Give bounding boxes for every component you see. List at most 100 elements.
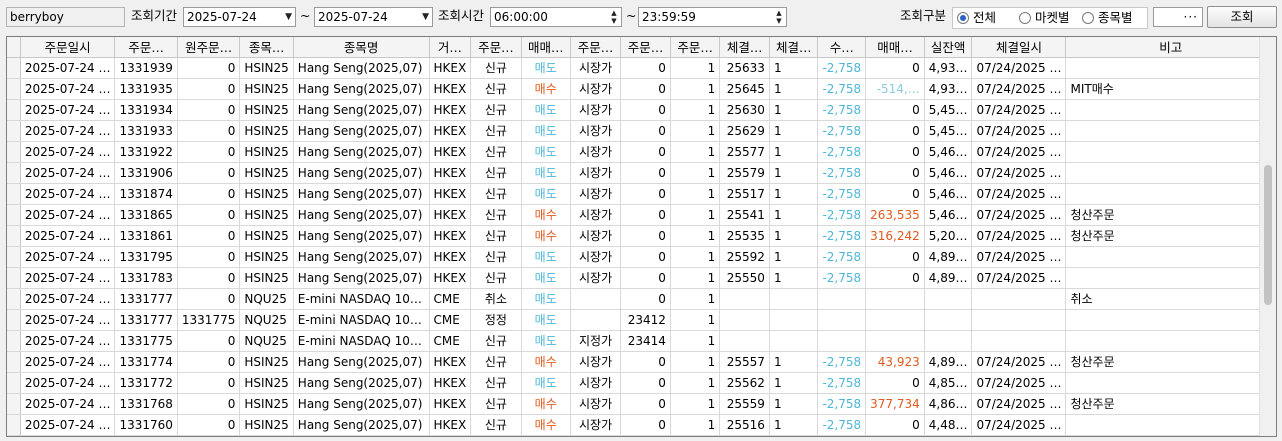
column-header[interactable]: 체결… [769,37,819,58]
column-header[interactable]: 주문… [470,37,522,58]
column-header[interactable]: 체결일시 [971,37,1067,58]
row-header[interactable] [7,162,21,184]
spin-down-icon[interactable]: ▼ [774,17,784,25]
table-cell: HKEX [429,183,472,205]
table-row[interactable]: 2025-07-24 … 1331935 0 HSIN25 Hang Seng(2025… [7,78,1276,100]
table-cell [719,309,770,331]
column-header[interactable]: 종목명 [293,37,430,58]
table-cell: 신규 [470,78,522,100]
row-header[interactable] [7,204,21,226]
table-cell: 매도 [521,267,571,289]
time-from-field[interactable]: 06:00:00 ▲ ▼ [490,7,622,27]
table-row[interactable]: 2025-07-24 … 1331774 0 HSIN25 Hang Seng(2025… [7,351,1276,373]
row-header[interactable] [7,288,21,310]
row-header[interactable] [7,351,21,373]
column-header[interactable]: 종목… [239,37,294,58]
row-header[interactable] [7,393,21,415]
table-row[interactable]: 2025-07-24 … 1331933 0 HSIN25 Hang Seng(2025… [7,120,1276,142]
row-header[interactable] [7,372,21,394]
row-header[interactable] [7,78,21,100]
table-cell: 신규 [470,162,522,184]
table-cell: 07/24/2025 … [971,267,1067,289]
table-row[interactable]: 2025-07-24 … 1331768 0 HSIN25 Hang Seng(2025… [7,393,1276,415]
column-header[interactable]: 체결… [719,37,770,58]
row-header[interactable] [7,330,21,352]
table-cell: 0 [865,183,925,205]
scrollbar-thumb[interactable] [1264,165,1272,305]
table-cell: HSIN25 [239,183,294,205]
column-header[interactable]: 주문일시 [20,37,116,58]
row-header[interactable] [7,225,21,247]
row-header[interactable] [7,309,21,331]
table-row[interactable]: 2025-07-24 … 1331772 0 HSIN25 Hang Seng(2025… [7,372,1276,394]
table-cell: 매도 [521,330,571,352]
row-header[interactable] [7,183,21,205]
table-row[interactable]: 2025-07-24 … 1331777 1331775 NQU25 E-mini NA… [7,309,1276,331]
column-header[interactable]: 원주문… [177,37,241,58]
column-header[interactable]: 주문… [670,37,721,58]
time-to-field[interactable]: 23:59:59 ▲ ▼ [638,7,787,27]
spin-down-icon[interactable]: ▼ [609,17,619,25]
column-header[interactable]: 매매… [865,37,925,58]
column-header[interactable]: 주문… [114,37,178,58]
table-row[interactable]: 2025-07-24 … 1331874 0 HSIN25 Hang Seng(2025… [7,183,1276,205]
column-header[interactable]: 주문… [620,37,671,58]
table-cell: 0 [620,225,671,247]
column-header[interactable]: 비고 [1065,37,1276,58]
table-row[interactable]: 2025-07-24 … 1331861 0 HSIN25 Hang Seng(2025… [7,225,1276,247]
table-cell: -2,758 [817,183,867,205]
row-header[interactable] [7,99,21,121]
row-header[interactable] [7,246,21,268]
table-cell: 1331795 [114,246,178,268]
chevron-down-icon[interactable]: ▼ [285,8,292,26]
table-cell: -2,758 [817,120,867,142]
row-header[interactable] [7,57,21,79]
table-cell [817,330,867,352]
table-cell: HSIN25 [239,246,294,268]
user-id-field[interactable]: berryboy [6,7,125,27]
table-row[interactable]: 2025-07-24 … 1331934 0 HSIN25 Hang Seng(2025… [7,99,1276,121]
table-cell: 0 [865,141,925,163]
table-cell: 2025-07-24 … [20,414,116,436]
column-header[interactable]: 매매… [521,37,571,58]
table-row[interactable]: 2025-07-24 … 1331783 0 HSIN25 Hang Seng(2025… [7,267,1276,289]
table-cell: 시장가 [570,351,622,373]
vertical-scrollbar[interactable] [1259,37,1276,436]
column-header[interactable]: 수… [817,37,867,58]
table-row[interactable]: 2025-07-24 … 1331939 0 HSIN25 Hang Seng(2025… [7,57,1276,79]
table-row[interactable]: 2025-07-24 … 1331795 0 HSIN25 Hang Seng(2025… [7,246,1276,268]
row-header[interactable] [7,141,21,163]
table-row[interactable]: 2025-07-24 … 1331760 0 HSIN25 Hang Seng(2025… [7,414,1276,436]
table-row[interactable]: 2025-07-24 … 1331865 0 HSIN25 Hang Seng(2025… [7,204,1276,226]
row-header[interactable] [7,120,21,142]
spin-up-icon[interactable]: ▲ [774,9,784,17]
table-cell: 취소 [1065,288,1276,310]
column-header[interactable]: 거… [429,37,472,58]
tilde-1: ~ [300,8,311,23]
table-cell [817,309,867,331]
radio-all[interactable]: 전체 [957,10,996,26]
chevron-down-icon[interactable]: ▼ [422,8,429,26]
column-header[interactable]: 주문… [570,37,622,58]
table-cell: 신규 [470,99,522,121]
table-cell: 07/24/2025 … [971,183,1067,205]
column-header[interactable]: 실잔액 [924,37,973,58]
date-to-value: 2025-07-24 [318,10,388,24]
date-from-select[interactable]: 2025-07-24 ▼ [183,7,296,27]
table-cell: 1 [769,246,819,268]
row-header[interactable] [7,414,21,436]
search-button[interactable]: 조회 [1207,6,1277,28]
radio-item[interactable]: 종목별 [1082,10,1133,26]
account-picker[interactable]: ··· [1153,7,1203,27]
table-row[interactable]: 2025-07-24 … 1331775 0 NQU25 E-mini NASDAQ 1… [7,330,1276,352]
spin-up-icon[interactable]: ▲ [609,9,619,17]
table-row[interactable]: 2025-07-24 … 1331906 0 HSIN25 Hang Seng(2025… [7,162,1276,184]
date-to-select[interactable]: 2025-07-24 ▼ [314,7,433,27]
table-cell: HSIN25 [239,372,294,394]
radio-market[interactable]: 마켓별 [1019,10,1070,26]
table-row[interactable]: 2025-07-24 … 1331922 0 HSIN25 Hang Seng(2025… [7,141,1276,163]
row-header[interactable] [7,267,21,289]
table-row[interactable]: 2025-07-24 … 1331777 0 NQU25 E-mini NASDAQ 1… [7,288,1276,310]
table-cell: 43,923 [865,351,925,373]
table-cell: 취소 [470,288,522,310]
